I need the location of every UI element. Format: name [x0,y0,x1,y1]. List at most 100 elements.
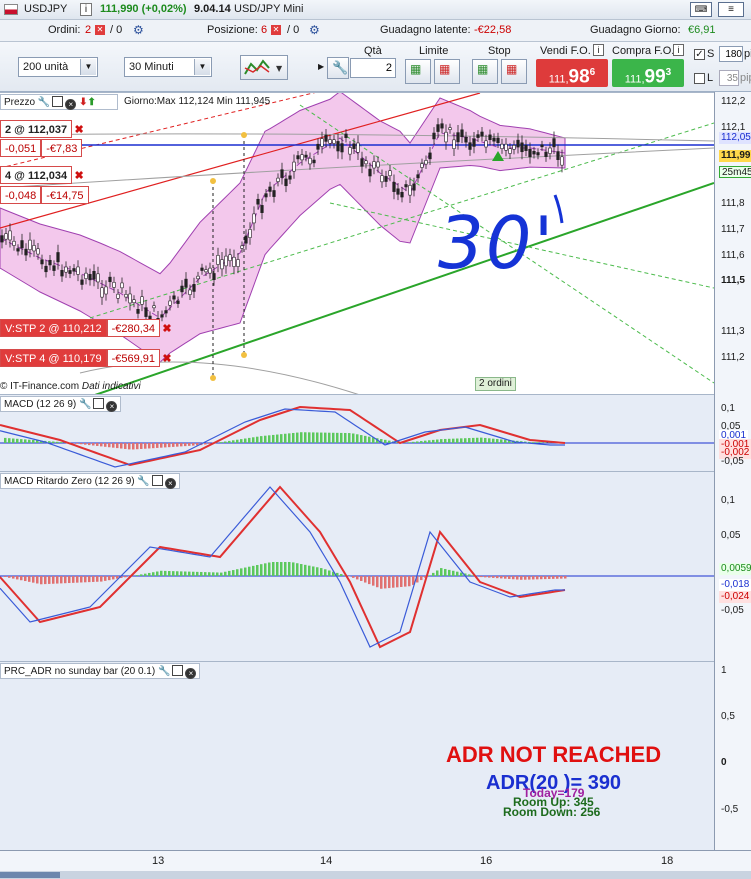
arrow-up-icon[interactable]: ⬆ [88,97,96,108]
cancel-order-icon[interactable]: ✖ [160,350,174,368]
limit-sell-button[interactable]: ▦ [434,59,460,84]
histogram-bar [260,564,263,576]
histogram-bar [504,576,507,579]
horizontal-scrollbar[interactable] [0,871,751,879]
histogram-bar [36,576,39,584]
histogram-bar [8,576,11,578]
gear-icon[interactable]: ⚙ [309,23,320,37]
macd-zero-lag-pane: MACD Ritardo Zero (12 26 9) 🔧 × [0,471,714,661]
histogram-bar [288,433,291,443]
limit-buy-button[interactable]: ▦ [405,59,431,84]
wrench-icon[interactable]: 🔧 [158,666,170,677]
limit-distance-input[interactable] [719,70,739,86]
candle [524,144,528,151]
limit-checkbox[interactable] [694,73,705,84]
position-row-2[interactable]: 4 @ 112,034 ✖ [0,166,86,184]
timeframe-select[interactable]: 30 Minuti ▼ [124,57,212,77]
gear-icon[interactable]: ⚙ [133,23,144,37]
position-row-1[interactable]: 2 @ 112,037 ✖ [0,120,86,138]
histogram-bar [144,443,147,449]
histogram-bar [328,570,331,576]
menu-icon[interactable]: ≡ [718,2,744,17]
latent-label: Guadagno latente: [380,24,471,36]
macd-axis[interactable]: 0,1 0,05 0,001 -0,001 -0,002 -0,05 [714,394,751,471]
info-icon[interactable]: i [593,44,604,56]
wrench-icon[interactable]: 🔧 [38,97,50,108]
histogram-bar [164,443,167,448]
close-positions-icon[interactable]: ✕ [271,25,281,35]
histogram-bar [512,576,515,580]
candle [308,157,312,165]
histogram-bar [152,443,155,449]
latent-value: -€22,58 [474,24,512,36]
histogram-bar [72,576,75,583]
stop-order-2[interactable]: V:STP 4 @ 110,179 -€569,91 ✖ [0,349,174,367]
adr-axis[interactable]: 1 0,5 0 -0,5 [714,661,751,850]
quote-time: 9.04.14 [194,3,231,15]
indicator-menu-button[interactable]: ▼ [240,55,288,80]
close-position-icon[interactable]: ✖ [72,167,86,185]
histogram-bar [56,441,59,443]
keyboard-icon[interactable]: ⌨ [690,2,712,17]
macd-zero-lag-chart[interactable] [0,472,714,662]
limit-unit: pip [740,72,751,84]
wrench-icon[interactable]: 🔧 [137,476,149,487]
wrench-button[interactable]: 🔧 [327,57,349,79]
histogram-bar [372,576,375,586]
close-icon[interactable]: × [164,478,176,489]
histogram-bar [104,576,107,581]
histogram-bar [16,576,19,580]
stop-distance-input[interactable] [719,46,743,62]
candle [44,265,48,273]
sell-market-button[interactable]: 111,986 [536,59,608,87]
candle [456,132,460,143]
stop-buy-button[interactable]: ▦ [472,59,498,84]
candle [364,160,368,165]
histogram-bar [500,439,503,443]
scrollbar-thumb[interactable] [0,872,60,878]
maximize-icon[interactable] [172,665,184,676]
collapse-arrow-icon[interactable]: ▶ [318,62,324,71]
histogram-bar [420,576,423,581]
price-axis[interactable]: 112,2 112,1 112,05 111,99 25m45 111,8 11… [714,92,751,394]
macd-zero-axis[interactable]: 0,1 0,05 0,0059 -0,018 -0,024 -0,05 [714,471,751,661]
stop-order-1[interactable]: V:STP 2 @ 110,212 -€280,34 ✖ [0,319,174,337]
candle [412,183,416,191]
histogram-bar [444,438,447,443]
close-icon[interactable]: × [65,99,77,110]
histogram-bar [540,576,543,580]
cancel-order-icon[interactable]: ✖ [160,320,174,338]
maximize-icon[interactable] [93,398,105,409]
candle [504,143,508,151]
arrow-down-icon[interactable]: ⬇ [76,97,87,108]
histogram-bar [24,576,27,582]
positions-count[interactable]: 6 [261,24,267,36]
histogram-bar [168,571,171,576]
orders-badge[interactable]: 2 ordini [475,377,516,391]
lot-size-select[interactable]: 200 unità ▼ [18,57,98,77]
wrench-icon[interactable]: 🔧 [79,399,91,410]
maximize-icon[interactable] [52,96,64,107]
close-orders-icon[interactable]: ✕ [95,25,105,35]
candle [152,305,156,309]
candle [168,300,172,306]
time-axis[interactable]: 13 14 16 18 [0,850,751,871]
histogram-bar [480,437,483,443]
macd-zero-signal-tag: -0,018 [719,579,751,591]
stop-checkbox[interactable]: ✓ [694,49,705,60]
qty-input[interactable] [350,58,396,78]
histogram-bar [400,576,403,587]
maximize-icon[interactable] [151,475,163,486]
stop-sell-button[interactable]: ▦ [501,59,527,84]
info-icon[interactable]: i [673,44,684,56]
close-icon[interactable]: × [185,668,197,679]
buy-market-button[interactable]: 111,993 [612,59,684,87]
candle [552,138,556,148]
histogram-bar [420,441,423,443]
handwritten-annotation: 30' [438,201,556,285]
orders-count[interactable]: 2 [85,24,91,36]
close-icon[interactable]: × [106,401,118,412]
histogram-bar [200,571,203,576]
info-icon[interactable]: i [80,3,92,16]
close-position-icon[interactable]: ✖ [72,121,86,139]
